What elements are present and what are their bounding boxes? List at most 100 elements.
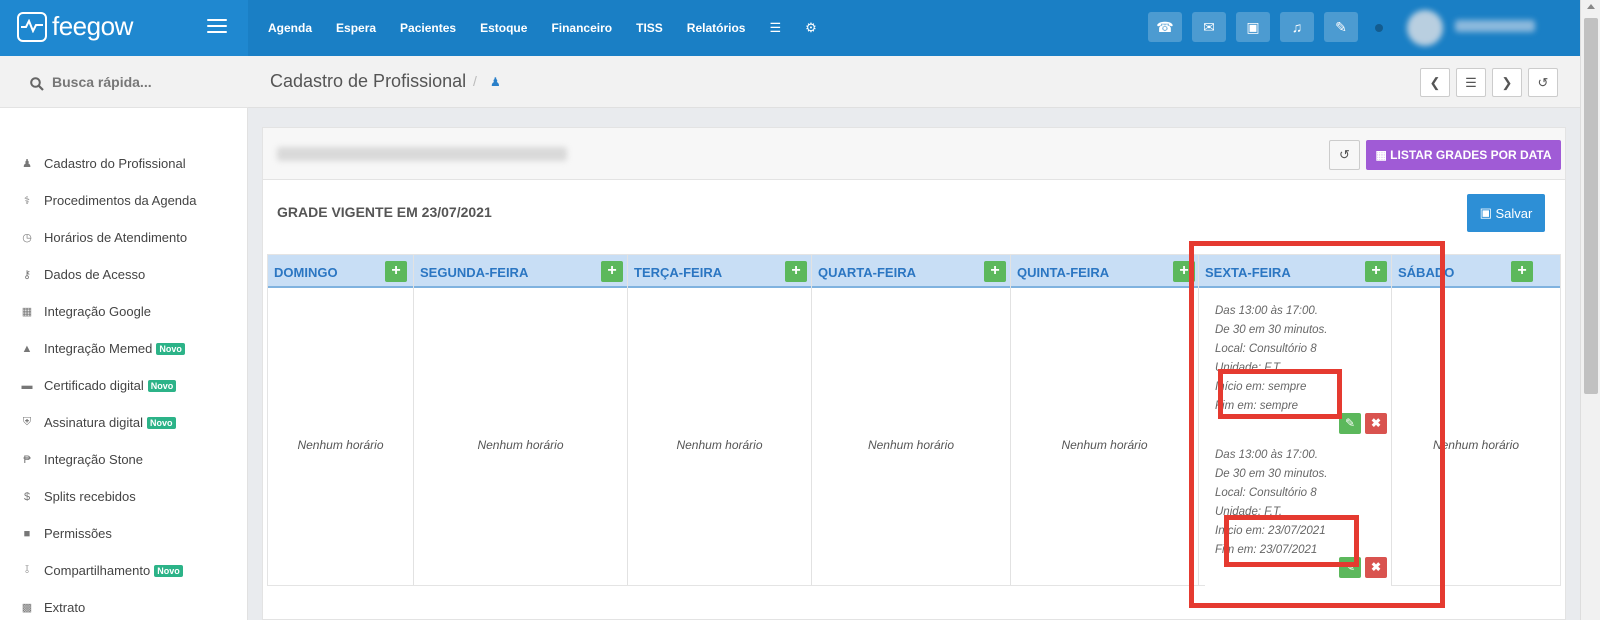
delete-icon[interactable]: ✖ — [1365, 557, 1387, 578]
floppy-icon: ▣ — [1479, 205, 1496, 220]
user-name-blurred[interactable] — [1455, 20, 1535, 32]
day-column-segunda: SEGUNDA-FEIRA + Nenhum horário — [414, 255, 628, 585]
previous-icon[interactable]: ❮ — [1420, 68, 1450, 97]
add-slot-button[interactable]: + — [1511, 261, 1533, 282]
nav-tiss[interactable]: TISS — [636, 21, 663, 35]
sidebar-item-assinatura[interactable]: ⛨ Assinatura digital Novo — [0, 404, 248, 441]
menu-toggle-icon[interactable] — [207, 19, 227, 35]
slot-unit: Unidade: F.T. — [1215, 362, 1283, 374]
add-slot-button[interactable]: + — [785, 261, 807, 282]
breadcrumb-separator: / — [473, 73, 477, 89]
avatar[interactable] — [1407, 10, 1443, 46]
sidebar-item-label: Horários de Atendimento — [44, 230, 188, 245]
sidebar-item-label: Assinatura digital — [44, 415, 143, 430]
history-button[interactable]: ↺ — [1329, 140, 1360, 170]
list-icon[interactable]: ☰ — [1456, 68, 1486, 97]
slot-unit: Unidade: F.T. — [1215, 506, 1283, 518]
save-button[interactable]: ▣ Salvar — [1467, 194, 1545, 232]
schedule-slot: Das 13:00 às 17:00. De 30 em 30 minutos.… — [1205, 294, 1391, 444]
sidebar-item-permissoes[interactable]: ■ Permissões — [0, 515, 248, 552]
add-slot-button[interactable]: + — [385, 261, 407, 282]
delete-icon[interactable]: ✖ — [1365, 413, 1387, 434]
user-md-icon: ♟ — [490, 75, 501, 89]
page-scrollbar[interactable] — [1580, 0, 1600, 620]
sidebar-item-label: Integração Google — [44, 304, 151, 319]
sidebar-item-certificado[interactable]: ▬ Certificado digital Novo — [0, 367, 248, 404]
logo-icon[interactable] — [17, 12, 47, 42]
flask-icon: ▲ — [21, 342, 33, 355]
calendar-icon: ▦ — [21, 306, 33, 318]
sidebar-item-horarios[interactable]: ◷ Horários de Atendimento — [0, 219, 248, 256]
professional-name-blurred — [277, 147, 567, 161]
database-icon[interactable]: ☰ — [769, 20, 781, 36]
sidebar-item-label: Dados de Acesso — [44, 267, 146, 282]
day-header: DOMINGO — [274, 265, 338, 280]
chat-icon[interactable]: ✎ — [1324, 12, 1358, 42]
nav-relatorios[interactable]: Relatórios — [687, 21, 746, 35]
slot-start: Início em: 23/07/2021 — [1215, 525, 1326, 537]
nav-financeiro[interactable]: Financeiro — [551, 21, 612, 35]
sidebar-item-label: Integração Stone — [44, 452, 144, 467]
add-slot-button[interactable]: + — [1173, 261, 1195, 282]
list-grades-button[interactable]: ▦ LISTAR GRADES POR DATA — [1366, 140, 1561, 170]
add-slot-button[interactable]: + — [984, 261, 1006, 282]
panel-heading: ↺ ▦ LISTAR GRADES POR DATA — [263, 128, 1565, 180]
calendar-icon: ▦ — [1375, 148, 1391, 162]
history-icon[interactable]: ↺ — [1528, 68, 1558, 97]
nav-agenda[interactable]: Agenda — [268, 21, 312, 35]
new-badge: Novo — [156, 342, 185, 355]
sidebar-item-compartilhamento[interactable]: ⫱ Compartilhamento Novo — [0, 552, 248, 589]
sidebar-item-label: Cadastro do Profissional — [44, 156, 186, 171]
brand-area: feegow — [0, 0, 248, 56]
bell-icon[interactable]: ♫ — [1280, 12, 1314, 42]
logo-text[interactable]: feegow — [52, 11, 133, 42]
nav-estoque[interactable]: Estoque — [480, 21, 527, 35]
stone-icon: ₱ — [23, 453, 31, 466]
sidebar-item-dados-acesso[interactable]: ⚷ Dados de Acesso — [0, 256, 248, 293]
add-slot-button[interactable]: + — [1365, 261, 1387, 282]
nav-pacientes[interactable]: Pacientes — [400, 21, 456, 35]
edit-icon[interactable]: ✎ — [1339, 557, 1361, 578]
day-column-sexta: SEXTA-FEIRA + Das 13:00 às 17:00. De 30 … — [1199, 255, 1392, 588]
sidebar-item-label: Certificado digital — [44, 378, 144, 393]
slot-interval: De 30 em 30 minutos. — [1215, 324, 1328, 336]
schedule-panel: ↺ ▦ LISTAR GRADES POR DATA GRADE VIGENTE… — [262, 127, 1566, 620]
sidebar-menu: ♟ Cadastro do Profissional ⚕ Procedimentos… — [0, 145, 248, 620]
new-badge: Novo — [147, 379, 177, 392]
money-icon: ▩ — [21, 602, 33, 614]
next-icon[interactable]: ❯ — [1492, 68, 1522, 97]
sidebar-item-splits[interactable]: $ Splits recebidos — [0, 478, 248, 515]
sidebar-item-label: Compartilhamento — [44, 563, 151, 578]
empty-text: Nenhum horário — [297, 438, 384, 452]
scroll-thumb[interactable] — [1584, 18, 1598, 394]
top-action-buttons: ☎ ✉ ▣ ♫ ✎ — [1148, 12, 1368, 42]
search-input[interactable] — [52, 70, 232, 94]
sidebar-item-label: Extrato — [44, 600, 86, 615]
clock-icon: ◷ — [22, 232, 32, 244]
day-header: TERÇA-FEIRA — [634, 265, 723, 280]
credit-card-icon: ▬ — [21, 379, 33, 392]
edit-icon[interactable]: ✎ — [1339, 413, 1361, 434]
nav-espera[interactable]: Espera — [336, 21, 376, 35]
dollar-icon: $ — [23, 490, 31, 503]
scroll-up-icon[interactable] — [1587, 4, 1595, 9]
page-title: Cadastro de Profissional — [270, 71, 467, 91]
sidebar-item-memed[interactable]: ▲ Integração Memed Novo — [0, 330, 248, 367]
sidebar-item-stone[interactable]: ₱ Integração Stone — [0, 441, 248, 478]
header-nav-buttons: ❮ ☰ ❯ ↺ — [1420, 68, 1564, 97]
share-icon: ⫱ — [24, 564, 30, 576]
gear-icon[interactable]: ⚙ — [805, 20, 817, 36]
new-badge: Novo — [147, 416, 176, 429]
slot-local: Local: Consultório 8 — [1215, 487, 1317, 499]
day-header: SEXTA-FEIRA — [1205, 265, 1291, 280]
slot-time: Das 13:00 às 17:00. — [1215, 449, 1318, 461]
inbox-icon[interactable]: ✉ — [1192, 12, 1226, 42]
sidebar-item-cadastro[interactable]: ♟ Cadastro do Profissional — [0, 145, 248, 182]
sidebar-item-extrato[interactable]: ▩ Extrato — [0, 589, 248, 620]
day-header: SÁBADO — [1398, 265, 1455, 280]
sidebar-item-procedimentos[interactable]: ⚕ Procedimentos da Agenda — [0, 182, 248, 219]
phone-icon[interactable]: ☎ — [1148, 12, 1182, 42]
sidebar-item-google[interactable]: ▦ Integração Google — [0, 293, 248, 330]
add-slot-button[interactable]: + — [601, 261, 623, 282]
card-icon[interactable]: ▣ — [1236, 12, 1270, 42]
